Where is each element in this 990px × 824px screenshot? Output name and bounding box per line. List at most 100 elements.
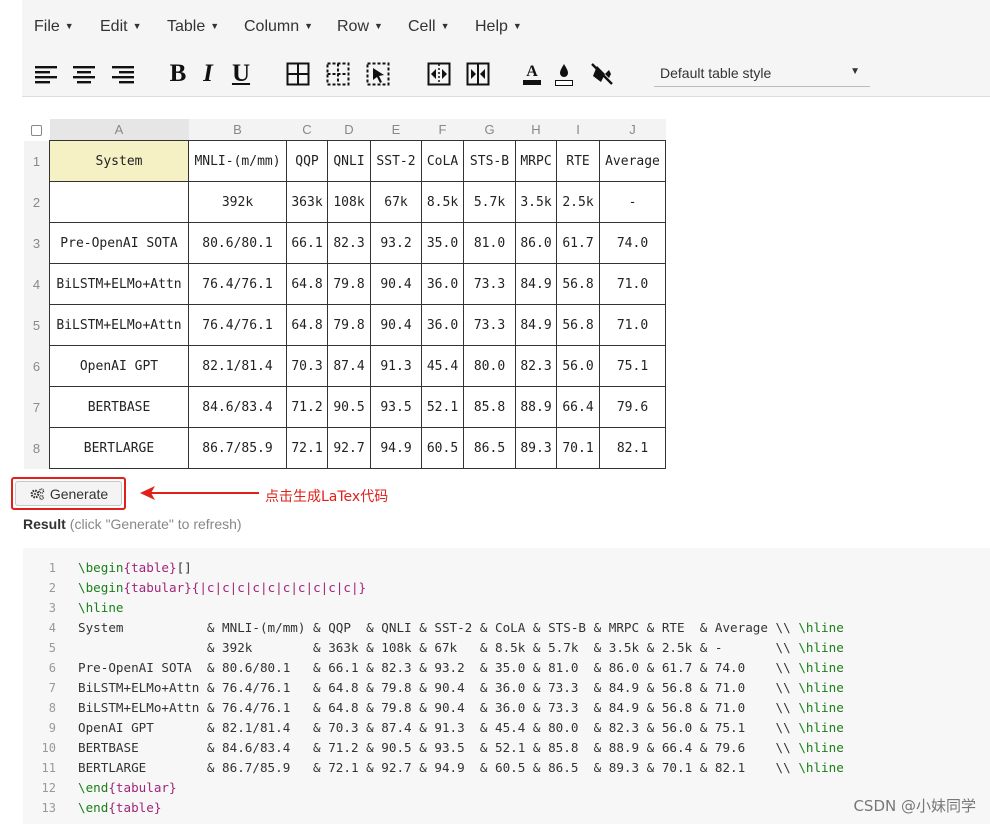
table-cell[interactable]: Average: [599, 140, 666, 182]
menu-row[interactable]: Row ▼: [337, 18, 383, 36]
table-cell[interactable]: BiLSTM+ELMo+Attn: [49, 304, 189, 346]
table-cell[interactable]: 90.4: [370, 304, 422, 346]
select-cells-button[interactable]: [364, 60, 392, 88]
all-borders-button[interactable]: [284, 60, 312, 88]
table-cell[interactable]: 79.6: [599, 386, 666, 428]
table-cell[interactable]: 66.4: [556, 386, 600, 428]
table-cell[interactable]: CoLA: [421, 140, 464, 182]
table-cell[interactable]: 86.0: [515, 222, 557, 264]
table-cell[interactable]: System: [49, 140, 189, 182]
table-cell[interactable]: 71.0: [599, 263, 666, 305]
table-cell[interactable]: 93.2: [370, 222, 422, 264]
font-color-button[interactable]: A: [518, 60, 546, 88]
table-cell[interactable]: 2.5k: [556, 181, 600, 223]
table-cell[interactable]: 72.1: [286, 427, 328, 469]
table-cell[interactable]: 82.3: [515, 345, 557, 387]
row-header[interactable]: 4: [24, 263, 50, 305]
row-header[interactable]: 6: [24, 345, 50, 387]
table-cell[interactable]: 73.3: [463, 263, 516, 305]
latex-code-editor[interactable]: 1 \begin{table}[] 2 \begin{tabular}{|c|c|c|…: [23, 548, 990, 824]
table-cell[interactable]: 56.8: [556, 263, 600, 305]
table-cell[interactable]: 84.9: [515, 263, 557, 305]
column-header[interactable]: J: [599, 119, 666, 141]
table-cell[interactable]: 45.4: [421, 345, 464, 387]
menu-table[interactable]: Table ▼: [167, 18, 219, 36]
table-cell[interactable]: 82.1: [599, 427, 666, 469]
no-borders-button[interactable]: [324, 60, 352, 88]
table-cell[interactable]: 363k: [286, 181, 328, 223]
table-cell[interactable]: STS-B: [463, 140, 516, 182]
table-cell[interactable]: RTE: [556, 140, 600, 182]
column-header[interactable]: H: [515, 119, 557, 141]
table-cell[interactable]: QQP: [286, 140, 328, 182]
table-cell[interactable]: [49, 181, 189, 223]
column-header[interactable]: D: [327, 119, 371, 141]
table-cell[interactable]: 56.8: [556, 304, 600, 346]
clear-format-button[interactable]: [588, 60, 616, 88]
table-cell[interactable]: OpenAI GPT: [49, 345, 189, 387]
row-header[interactable]: 1: [24, 140, 50, 182]
table-cell[interactable]: Pre-OpenAI SOTA: [49, 222, 189, 264]
table-style-select[interactable]: Default table style ▼: [654, 60, 870, 87]
table-cell[interactable]: 84.9: [515, 304, 557, 346]
italic-button[interactable]: I: [194, 60, 222, 88]
table-cell[interactable]: 56.0: [556, 345, 600, 387]
table-cell[interactable]: 392k: [188, 181, 287, 223]
table-cell[interactable]: 5.7k: [463, 181, 516, 223]
table-cell[interactable]: 70.3: [286, 345, 328, 387]
table-cell[interactable]: 35.0: [421, 222, 464, 264]
table-cell[interactable]: 73.3: [463, 304, 516, 346]
menu-column[interactable]: Column ▼: [244, 18, 313, 36]
table-cell[interactable]: 92.7: [327, 427, 371, 469]
table-cell[interactable]: QNLI: [327, 140, 371, 182]
merge-cells-button[interactable]: [425, 60, 453, 88]
row-header[interactable]: 5: [24, 304, 50, 346]
row-header[interactable]: 8: [24, 427, 50, 469]
table-cell[interactable]: 74.0: [599, 222, 666, 264]
table-cell[interactable]: BERTLARGE: [49, 427, 189, 469]
table-cell[interactable]: 67k: [370, 181, 422, 223]
table-cell[interactable]: 64.8: [286, 263, 328, 305]
table-cell[interactable]: 93.5: [370, 386, 422, 428]
table-cell[interactable]: 87.4: [327, 345, 371, 387]
table-cell[interactable]: 82.1/81.4: [188, 345, 287, 387]
table-cell[interactable]: 89.3: [515, 427, 557, 469]
table-cell[interactable]: 36.0: [421, 304, 464, 346]
table-cell[interactable]: 76.4/76.1: [188, 263, 287, 305]
table-cell[interactable]: 66.1: [286, 222, 328, 264]
table-cell[interactable]: 79.8: [327, 263, 371, 305]
align-left-button[interactable]: [32, 60, 60, 88]
column-header[interactable]: I: [556, 119, 600, 141]
table-cell[interactable]: 75.1: [599, 345, 666, 387]
table-cell[interactable]: 71.2: [286, 386, 328, 428]
table-cell[interactable]: 88.9: [515, 386, 557, 428]
table-cell[interactable]: 36.0: [421, 263, 464, 305]
table-cell[interactable]: -: [599, 181, 666, 223]
underline-button[interactable]: U: [227, 60, 255, 88]
split-cells-button[interactable]: [464, 60, 492, 88]
column-header[interactable]: A: [49, 119, 189, 141]
table-cell[interactable]: 94.9: [370, 427, 422, 469]
align-right-button[interactable]: [109, 60, 137, 88]
table-cell[interactable]: 85.8: [463, 386, 516, 428]
bold-button[interactable]: B: [164, 60, 192, 88]
column-header[interactable]: F: [421, 119, 464, 141]
background-color-button[interactable]: [550, 60, 578, 88]
table-cell[interactable]: MNLI-(m/mm): [188, 140, 287, 182]
column-header[interactable]: G: [463, 119, 516, 141]
table-cell[interactable]: 70.1: [556, 427, 600, 469]
table-cell[interactable]: 8.5k: [421, 181, 464, 223]
column-header[interactable]: B: [188, 119, 287, 141]
table-cell[interactable]: 90.4: [370, 263, 422, 305]
table-cell[interactable]: 86.7/85.9: [188, 427, 287, 469]
table-cell[interactable]: 84.6/83.4: [188, 386, 287, 428]
table-cell[interactable]: 80.6/80.1: [188, 222, 287, 264]
table-cell[interactable]: 71.0: [599, 304, 666, 346]
table-cell[interactable]: 64.8: [286, 304, 328, 346]
table-cell[interactable]: 76.4/76.1: [188, 304, 287, 346]
table-cell[interactable]: 52.1: [421, 386, 464, 428]
table-cell[interactable]: 108k: [327, 181, 371, 223]
table-cell[interactable]: MRPC: [515, 140, 557, 182]
menu-help[interactable]: Help ▼: [475, 18, 522, 36]
menu-cell[interactable]: Cell ▼: [408, 18, 449, 36]
